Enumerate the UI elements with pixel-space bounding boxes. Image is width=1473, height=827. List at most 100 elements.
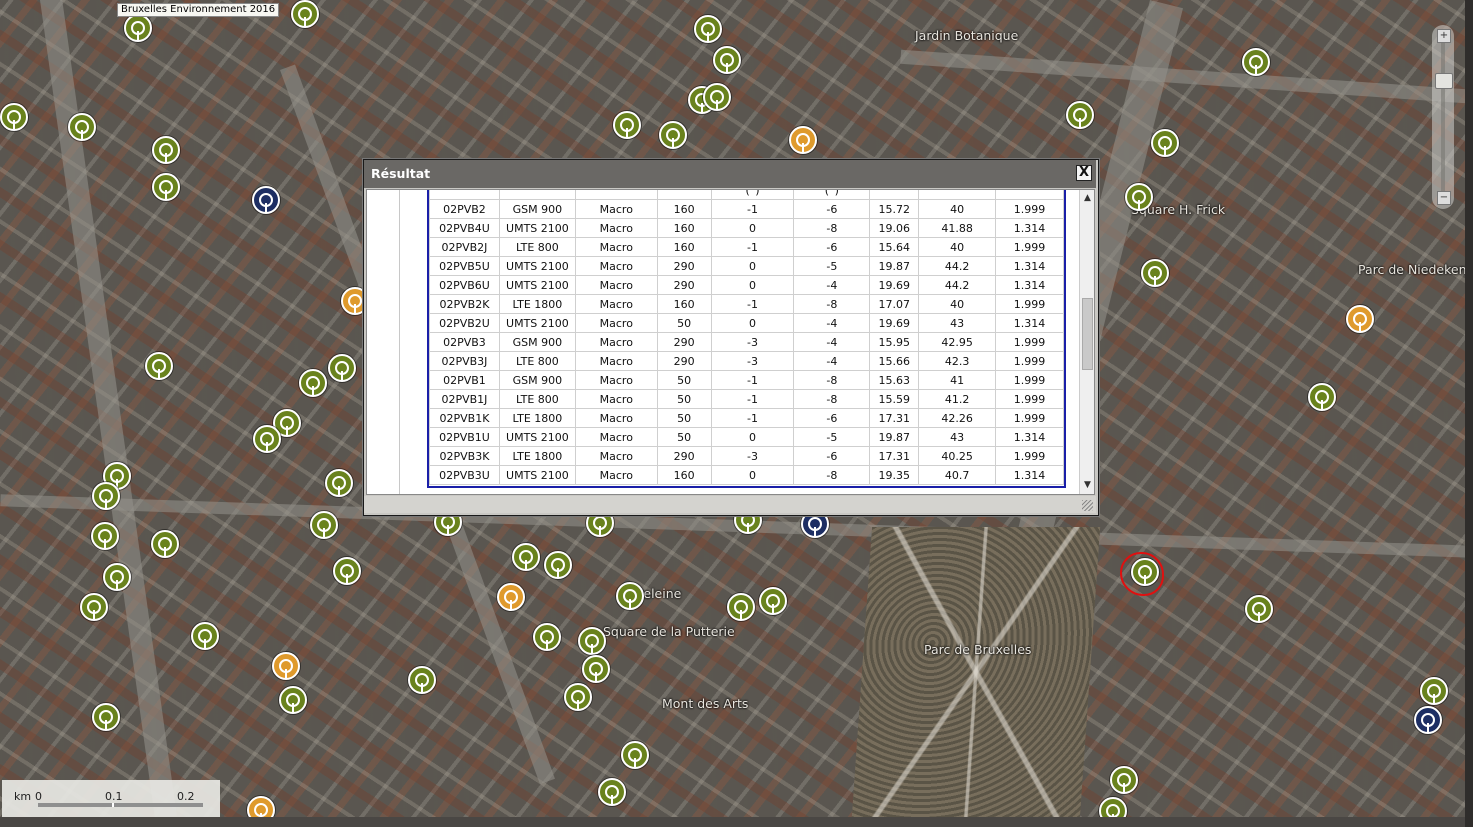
table-cell: 43 xyxy=(918,427,997,447)
antenna-marker[interactable] xyxy=(253,425,281,453)
table-row[interactable]: 02PVB4U UMTS 2100 Macro 160 0 -8 19.06 41.88 1.3… xyxy=(429,218,1064,238)
table-row[interactable]: 02PVB3 GSM 900 Macro 290 -3 -4 15.95 42.95 1.999 xyxy=(429,332,1064,352)
antenna-marker[interactable] xyxy=(91,522,119,550)
antenna-marker[interactable] xyxy=(694,15,722,43)
antenna-marker[interactable] xyxy=(544,551,572,579)
table-row[interactable]: 02PVB2 GSM 900 Macro 160 -1 -6 15.72 40 1.999 xyxy=(429,199,1064,219)
table-cell: -5 xyxy=(793,427,871,447)
antenna-marker[interactable] xyxy=(272,652,300,680)
antenna-marker[interactable] xyxy=(789,126,817,154)
antenna-icon xyxy=(340,564,354,583)
antenna-marker[interactable] xyxy=(1420,677,1448,705)
antenna-marker[interactable] xyxy=(564,683,592,711)
label-mont-des-arts: Mont des Arts xyxy=(662,696,749,711)
zoom-in-button[interactable]: + xyxy=(1437,29,1451,43)
scroll-up-icon[interactable]: ▲ xyxy=(1082,193,1093,204)
antenna-icon xyxy=(1315,390,1329,409)
antenna-marker[interactable] xyxy=(103,563,131,591)
antenna-marker[interactable] xyxy=(279,686,307,714)
table-row[interactable]: 02PVB1 GSM 900 Macro 50 -1 -8 15.63 41 1.999 xyxy=(429,370,1064,390)
table-cell: Macro xyxy=(574,446,658,466)
antenna-marker[interactable] xyxy=(727,593,755,621)
table-cell: -1 xyxy=(710,389,795,409)
table-row[interactable]: 02PVB1J LTE 800 Macro 50 -1 -8 15.59 41.2 1.999 xyxy=(429,389,1064,409)
antenna-marker[interactable] xyxy=(152,136,180,164)
antenna-marker[interactable] xyxy=(616,582,644,610)
antenna-marker[interactable] xyxy=(497,583,525,611)
antenna-marker[interactable] xyxy=(310,511,338,539)
resize-grip-icon[interactable] xyxy=(1082,500,1093,511)
table-row[interactable]: 02PVB3J LTE 800 Macro 290 -3 -4 15.66 42.3 1.999 xyxy=(429,351,1064,371)
antenna-marker[interactable] xyxy=(408,666,436,694)
scroll-thumb[interactable] xyxy=(1082,298,1093,370)
antenna-marker[interactable] xyxy=(325,469,353,497)
table-row[interactable]: 02PVB1K LTE 1800 Macro 50 -1 -6 17.31 42.26 1.99… xyxy=(429,408,1064,428)
table-cell: 02PVB1K xyxy=(429,408,500,428)
antenna-marker[interactable] xyxy=(582,655,610,683)
antenna-marker[interactable] xyxy=(92,482,120,510)
dialog-title[interactable]: Résultat xyxy=(364,160,1096,188)
antenna-marker[interactable] xyxy=(328,354,356,382)
result-dialog[interactable]: Résultat X (°) (°) 02PVB2 GSM 900 Macro 160… xyxy=(363,159,1099,516)
antenna-marker[interactable] xyxy=(759,587,787,615)
antenna-icon xyxy=(280,416,294,435)
antenna-marker[interactable] xyxy=(299,369,327,397)
antenna-marker[interactable] xyxy=(1346,305,1374,333)
antenna-marker[interactable] xyxy=(512,543,540,571)
antenna-marker[interactable] xyxy=(1414,706,1442,734)
table-cell: 44.2 xyxy=(918,256,997,276)
antenna-marker[interactable] xyxy=(151,530,179,558)
antenna-marker[interactable] xyxy=(533,623,561,651)
antenna-marker[interactable] xyxy=(1242,48,1270,76)
antenna-marker[interactable] xyxy=(145,352,173,380)
antenna-marker[interactable] xyxy=(0,103,28,131)
antenna-marker[interactable] xyxy=(1151,129,1179,157)
table-row[interactable]: 02PVB2K LTE 1800 Macro 160 -1 -8 17.07 40 1.999 xyxy=(429,294,1064,314)
antenna-marker[interactable] xyxy=(713,46,741,74)
antenna-marker[interactable] xyxy=(1308,383,1336,411)
dialog-footer xyxy=(364,496,1096,513)
antenna-marker[interactable] xyxy=(578,627,606,655)
antenna-marker[interactable] xyxy=(92,703,120,731)
antenna-marker[interactable] xyxy=(659,121,687,149)
table-row[interactable]: 02PVB2J LTE 800 Macro 160 -1 -6 15.64 40 1.999 xyxy=(429,237,1064,257)
antenna-marker[interactable] xyxy=(152,173,180,201)
antenna-marker[interactable] xyxy=(621,741,649,769)
window-frame-bottom xyxy=(0,817,1473,827)
table-cell: -1 xyxy=(710,370,795,390)
antenna-marker[interactable] xyxy=(598,778,626,806)
antenna-marker[interactable] xyxy=(1125,183,1153,211)
table-cell: 02PVB3J xyxy=(429,351,500,371)
antenna-marker[interactable] xyxy=(1110,766,1138,794)
antenna-marker[interactable] xyxy=(80,593,108,621)
antenna-marker[interactable] xyxy=(613,111,641,139)
antenna-marker[interactable] xyxy=(333,557,361,585)
zoom-out-button[interactable]: − xyxy=(1437,191,1451,205)
antenna-marker[interactable] xyxy=(252,186,280,214)
zoom-slider[interactable]: + − xyxy=(1432,25,1454,209)
antenna-marker[interactable] xyxy=(1141,259,1169,287)
antenna-marker[interactable] xyxy=(68,113,96,141)
table-cell: -3 xyxy=(710,446,795,466)
table-row[interactable]: 02PVB1U UMTS 2100 Macro 50 0 -5 19.87 43 1.314 xyxy=(429,427,1064,447)
table-row[interactable]: 02PVB6U UMTS 2100 Macro 290 0 -4 19.69 44.2 1.31… xyxy=(429,275,1064,295)
table-row[interactable]: 02PVB3K LTE 1800 Macro 290 -3 -6 17.31 40.25 1.9… xyxy=(429,446,1064,466)
scroll-down-icon[interactable]: ▼ xyxy=(1082,480,1093,491)
antenna-marker[interactable] xyxy=(291,0,319,28)
table-cell: 1.999 xyxy=(995,351,1064,371)
antenna-icon xyxy=(98,529,112,548)
antenna-marker[interactable] xyxy=(124,14,152,42)
vertical-scrollbar[interactable]: ▲ ▼ xyxy=(1079,190,1094,494)
zoom-track[interactable] xyxy=(1441,43,1445,193)
table-row[interactable]: 02PVB5U UMTS 2100 Macro 290 0 -5 19.87 44.2 1.31… xyxy=(429,256,1064,276)
close-icon[interactable]: X xyxy=(1076,165,1092,181)
antenna-marker[interactable] xyxy=(191,622,219,650)
zoom-thumb[interactable] xyxy=(1435,73,1453,89)
antenna-marker[interactable] xyxy=(1245,595,1273,623)
table-row[interactable]: 02PVB2U UMTS 2100 Macro 50 0 -4 19.69 43 1.314 xyxy=(429,313,1064,333)
antenna-icon xyxy=(1353,312,1367,331)
table-cell: 50 xyxy=(656,427,712,447)
antenna-marker[interactable] xyxy=(1066,101,1094,129)
table-row[interactable]: 02PVB3U UMTS 2100 Macro 160 0 -8 19.35 40.7 1.31… xyxy=(429,465,1064,485)
antenna-marker[interactable] xyxy=(703,83,731,111)
